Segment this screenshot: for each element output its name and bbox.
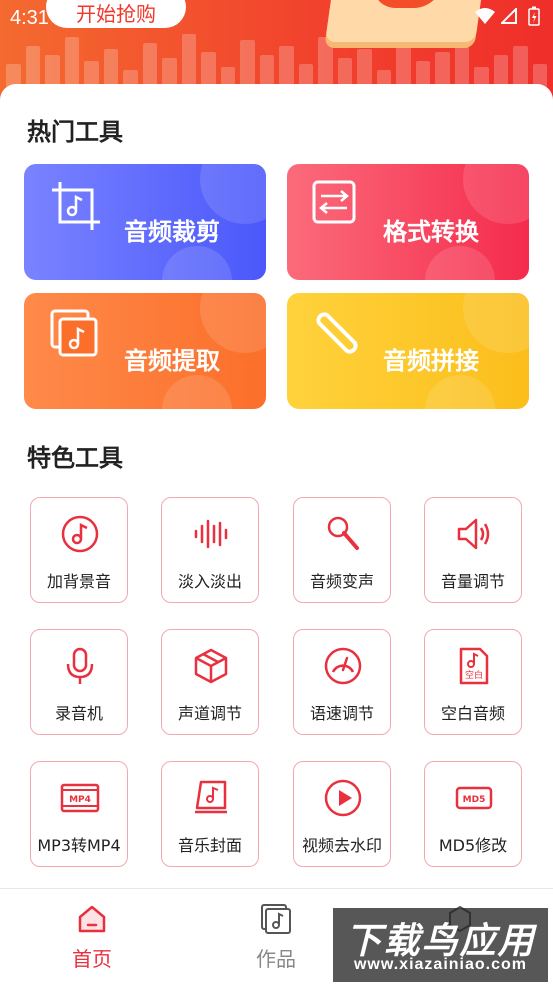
tool-md5-modify[interactable]: MD5 MD5修改	[424, 761, 522, 867]
cube-icon	[194, 648, 228, 684]
blank-audio-file-icon: 空白	[459, 647, 489, 685]
tool-label: 空白音频	[440, 704, 505, 723]
battery-icon	[528, 6, 540, 26]
tool-add-background-music[interactable]: 加背景音	[30, 497, 128, 603]
tool-label: 音频变声	[309, 572, 374, 591]
hot-tool-label: 音频拼接	[383, 347, 479, 375]
tool-label: MP3转MP4	[37, 836, 121, 855]
tool-label: MD5修改	[438, 836, 508, 855]
md5-icon: MD5	[455, 786, 493, 810]
tool-channel-adjust[interactable]: 声道调节	[161, 629, 259, 735]
hot-tool-audio-crop[interactable]: 音频裁剪	[24, 164, 266, 280]
hot-tool-audio-extract[interactable]: 音频提取	[24, 293, 266, 409]
music-note-circle-icon	[61, 515, 99, 553]
buy-now-button[interactable]: 开始抢购	[46, 0, 186, 28]
tool-label: 加背景音	[46, 572, 111, 591]
cellular-icon	[501, 8, 517, 24]
mp4-film-icon: MP4	[60, 783, 100, 813]
tool-recorder[interactable]: 录音机	[30, 629, 128, 735]
hot-tool-label: 音频裁剪	[124, 218, 220, 246]
tool-voice-changer[interactable]: 音频变声	[293, 497, 391, 603]
tool-music-cover[interactable]: 音乐封面	[161, 761, 259, 867]
tool-label: 录音机	[54, 704, 103, 723]
tool-volume-adjust[interactable]: 音量调节	[424, 497, 522, 603]
tool-label: 淡入淡出	[177, 572, 242, 591]
hot-tool-audio-join[interactable]: 音频拼接	[287, 293, 529, 409]
waveform-icon	[194, 519, 228, 549]
tool-remove-watermark[interactable]: 视频去水印	[293, 761, 391, 867]
tool-label: 视频去水印	[301, 836, 382, 855]
tool-label: 声道调节	[177, 704, 242, 723]
wifi-icon	[475, 8, 495, 24]
nav-label: 首页	[72, 947, 112, 971]
tool-label: 音量调节	[440, 572, 505, 591]
nav-item-works[interactable]: 作品	[226, 889, 326, 984]
speaker-icon	[457, 518, 490, 550]
crop-music-icon	[52, 182, 100, 230]
hot-tools-title: 热门工具	[27, 118, 123, 146]
link-icon	[316, 312, 358, 354]
tool-label: 音乐封面	[177, 836, 242, 855]
mp4-icon-text: MP4	[69, 795, 91, 805]
hot-tool-label: 音频提取	[124, 347, 220, 375]
tool-fade-in-out[interactable]: 淡入淡出	[161, 497, 259, 603]
blank-audio-icon-text: 空白	[465, 669, 483, 681]
tool-speed-adjust[interactable]: 语速调节	[293, 629, 391, 735]
status-time: 4:31	[10, 7, 49, 29]
nav-label: 作品	[256, 947, 296, 971]
play-circle-icon	[324, 779, 362, 817]
microphone-karaoke-icon	[327, 516, 359, 550]
watermark-url: www.xiazainiao.com	[353, 956, 527, 973]
md5-icon-text: MD5	[463, 795, 486, 805]
microphone-icon	[66, 647, 94, 684]
tool-blank-audio[interactable]: 空白 空白音频	[424, 629, 522, 735]
hot-tool-format-convert[interactable]: 格式转换	[287, 164, 529, 280]
hot-tool-label: 格式转换	[383, 218, 479, 246]
tool-label: 语速调节	[309, 704, 374, 723]
watermark-logo: 下载鸟应用 www.xiazainiao.com	[333, 908, 548, 982]
home-icon	[78, 905, 106, 933]
speedometer-icon	[324, 647, 362, 685]
extract-music-icon	[50, 309, 98, 357]
convert-arrows-icon	[312, 180, 356, 224]
tool-mp3-to-mp4[interactable]: MP4 MP3转MP4	[30, 761, 128, 867]
music-file-icon	[261, 904, 291, 934]
music-cover-icon	[195, 780, 227, 814]
featured-tools-title: 特色工具	[27, 444, 123, 472]
nav-item-home[interactable]: 首页	[42, 889, 142, 984]
